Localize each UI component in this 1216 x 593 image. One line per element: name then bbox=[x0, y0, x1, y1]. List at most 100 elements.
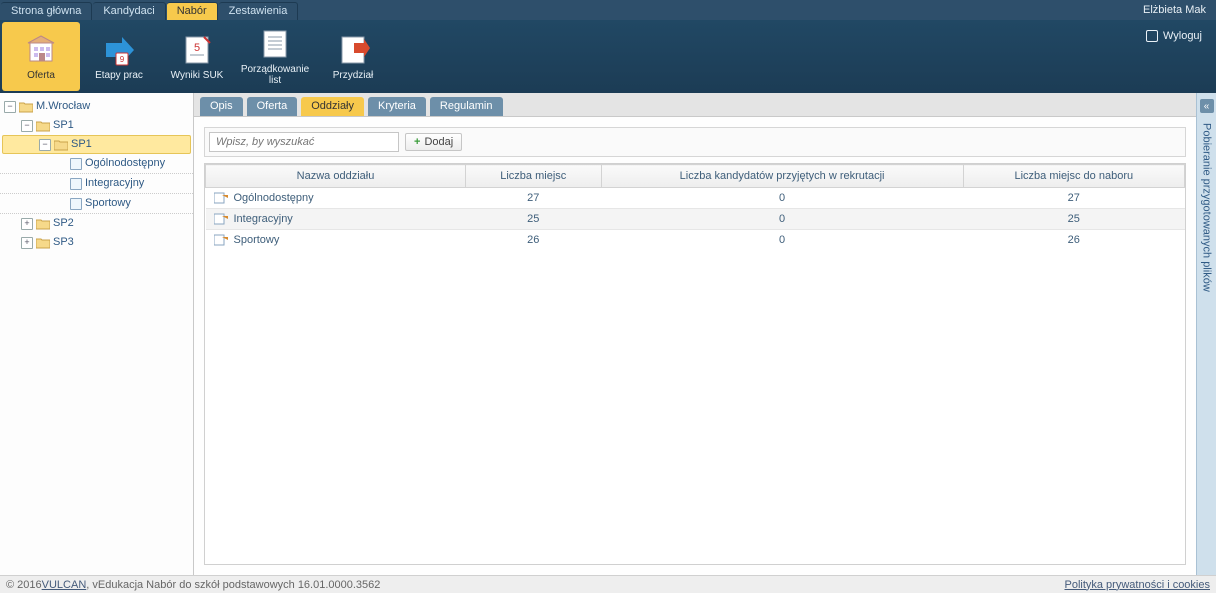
svg-text:5: 5 bbox=[194, 42, 200, 54]
arrow-icon: 9 bbox=[102, 33, 136, 67]
building-icon bbox=[24, 33, 58, 67]
tree-label: Sportowy bbox=[85, 196, 131, 211]
logout-icon bbox=[1146, 30, 1158, 42]
tree-label: SP2 bbox=[53, 216, 74, 231]
sheet-icon: 5 bbox=[180, 33, 214, 67]
folder-icon bbox=[36, 237, 50, 249]
row-accepted: 0 bbox=[601, 230, 963, 251]
row-name: Integracyjny bbox=[234, 213, 293, 225]
col-name[interactable]: Nazwa oddziału bbox=[206, 165, 466, 188]
expand-panel-button[interactable]: « bbox=[1200, 99, 1214, 113]
content-panel: Opis Oferta Oddziały Kryteria Regulamin … bbox=[194, 93, 1196, 575]
list-icon bbox=[258, 27, 292, 61]
tree-node-sp1[interactable]: − SP1 bbox=[0, 116, 193, 135]
user-name: Elżbieta Mak bbox=[1133, 4, 1216, 16]
tree-node-sp2[interactable]: + SP2 bbox=[0, 214, 193, 233]
tree-label: SP1 bbox=[53, 118, 74, 133]
row-name: Ogólnodostępny bbox=[234, 192, 314, 204]
downloads-panel-label[interactable]: Pobieranie przygotowanych plików bbox=[1201, 119, 1213, 292]
svg-text:9: 9 bbox=[120, 55, 125, 64]
expand-icon[interactable]: + bbox=[21, 237, 33, 249]
folder-open-icon bbox=[19, 101, 33, 113]
folder-open-icon bbox=[54, 139, 68, 151]
tree-node-dept-sport[interactable]: Sportowy bbox=[0, 194, 193, 214]
content-body: + Dodaj Nazwa oddziału Liczba miejsc Lic… bbox=[194, 117, 1196, 575]
document-icon bbox=[70, 198, 82, 210]
grid: Nazwa oddziału Liczba miejsc Liczba kand… bbox=[204, 163, 1186, 565]
collapse-icon[interactable]: − bbox=[4, 101, 16, 113]
tab-candidates[interactable]: Kandydaci bbox=[93, 2, 165, 20]
ribbon-label: Przydział bbox=[333, 70, 374, 81]
tab-recruitment[interactable]: Nabór bbox=[167, 2, 218, 20]
dtab-regulations[interactable]: Regulamin bbox=[430, 97, 503, 116]
row-accepted: 0 bbox=[601, 209, 963, 230]
collapse-icon[interactable]: − bbox=[39, 139, 51, 151]
dtab-offer[interactable]: Oferta bbox=[247, 97, 298, 116]
logout-button[interactable]: Wyloguj bbox=[1146, 30, 1202, 42]
app-root: Strona główna Kandydaci Nabór Zestawieni… bbox=[0, 0, 1216, 593]
expand-icon[interactable]: + bbox=[21, 218, 33, 230]
plus-icon: + bbox=[414, 136, 420, 148]
ribbon-label: Wyniki SUK bbox=[171, 70, 224, 81]
tree-node-sp1-sub[interactable]: − SP1 bbox=[2, 135, 191, 154]
ribbon-label: Oferta bbox=[27, 70, 55, 81]
tab-reports[interactable]: Zestawienia bbox=[219, 2, 299, 20]
footer-product: , vEdukacja Nabór do szkół podstawowych … bbox=[86, 579, 380, 591]
folder-icon bbox=[36, 218, 50, 230]
row-name: Sportowy bbox=[234, 234, 280, 246]
ribbon-results[interactable]: 5 Wyniki SUK bbox=[158, 20, 236, 93]
collapse-icon[interactable]: − bbox=[21, 120, 33, 132]
downloads-panel-collapsed: « Pobieranie przygotowanych plików bbox=[1196, 93, 1216, 575]
dtab-description[interactable]: Opis bbox=[200, 97, 243, 116]
document-icon bbox=[70, 158, 82, 170]
top-nav: Strona główna Kandydaci Nabór Zestawieni… bbox=[0, 0, 1216, 20]
table-row[interactable]: Sportowy 26 0 26 bbox=[206, 230, 1185, 251]
table-row[interactable]: Integracyjny 25 0 25 bbox=[206, 209, 1185, 230]
row-accepted: 0 bbox=[601, 188, 963, 209]
footer-privacy-link[interactable]: Polityka prywatności i cookies bbox=[1064, 579, 1210, 591]
add-button[interactable]: + Dodaj bbox=[405, 133, 462, 151]
ribbon: Oferta 9 Etapy prac 5 Wyniki SUK Porządk… bbox=[0, 20, 1216, 93]
footer: © 2016 VULCAN , vEdukacja Nabór do szkół… bbox=[0, 575, 1216, 593]
row-avail: 26 bbox=[963, 230, 1184, 251]
table-row[interactable]: Ogólnodostępny 27 0 27 bbox=[206, 188, 1185, 209]
col-avail[interactable]: Liczba miejsc do naboru bbox=[963, 165, 1184, 188]
footer-vendor-link[interactable]: VULCAN bbox=[42, 579, 87, 591]
tab-home[interactable]: Strona główna bbox=[1, 2, 92, 20]
add-label: Dodaj bbox=[424, 136, 453, 148]
dtab-criteria[interactable]: Kryteria bbox=[368, 97, 426, 116]
ribbon-stages[interactable]: 9 Etapy prac bbox=[80, 20, 158, 93]
col-places[interactable]: Liczba miejsc bbox=[466, 165, 602, 188]
tree-label: SP3 bbox=[53, 235, 74, 250]
tree-node-dept-general[interactable]: Ogólnodostępny bbox=[0, 154, 193, 174]
row-places: 26 bbox=[466, 230, 602, 251]
tree-label: Integracyjny bbox=[85, 176, 144, 191]
footer-copyright: © 2016 bbox=[6, 579, 42, 591]
tree-node-root[interactable]: − M.Wrocław bbox=[0, 97, 193, 116]
row-icon bbox=[214, 234, 228, 246]
ribbon-assign[interactable]: Przydział bbox=[314, 20, 392, 93]
row-avail: 27 bbox=[963, 188, 1184, 209]
tree-label: Ogólnodostępny bbox=[85, 156, 165, 171]
col-accepted[interactable]: Liczba kandydatów przyjętych w rekrutacj… bbox=[601, 165, 963, 188]
tree-label: M.Wrocław bbox=[36, 99, 90, 114]
ribbon-label: Porządkowanie list bbox=[236, 64, 314, 86]
ribbon-sortlists[interactable]: Porządkowanie list bbox=[236, 20, 314, 93]
row-icon bbox=[214, 213, 228, 225]
row-places: 27 bbox=[466, 188, 602, 209]
detail-tabs: Opis Oferta Oddziały Kryteria Regulamin bbox=[194, 93, 1196, 117]
tree-label: SP1 bbox=[71, 137, 92, 152]
ribbon-offer[interactable]: Oferta bbox=[2, 22, 80, 91]
tree-node-dept-integration[interactable]: Integracyjny bbox=[0, 174, 193, 194]
grid-header-row: Nazwa oddziału Liczba miejsc Liczba kand… bbox=[206, 165, 1185, 188]
document-icon bbox=[70, 178, 82, 190]
ribbon-label: Etapy prac bbox=[95, 70, 143, 81]
chevron-left-icon: « bbox=[1204, 101, 1210, 112]
row-icon bbox=[214, 192, 228, 204]
row-avail: 25 bbox=[963, 209, 1184, 230]
search-input[interactable] bbox=[209, 132, 399, 152]
dtab-departments[interactable]: Oddziały bbox=[301, 97, 364, 116]
tree-node-sp3[interactable]: + SP3 bbox=[0, 233, 193, 252]
assign-icon bbox=[336, 33, 370, 67]
grid-toolbar: + Dodaj bbox=[204, 127, 1186, 157]
